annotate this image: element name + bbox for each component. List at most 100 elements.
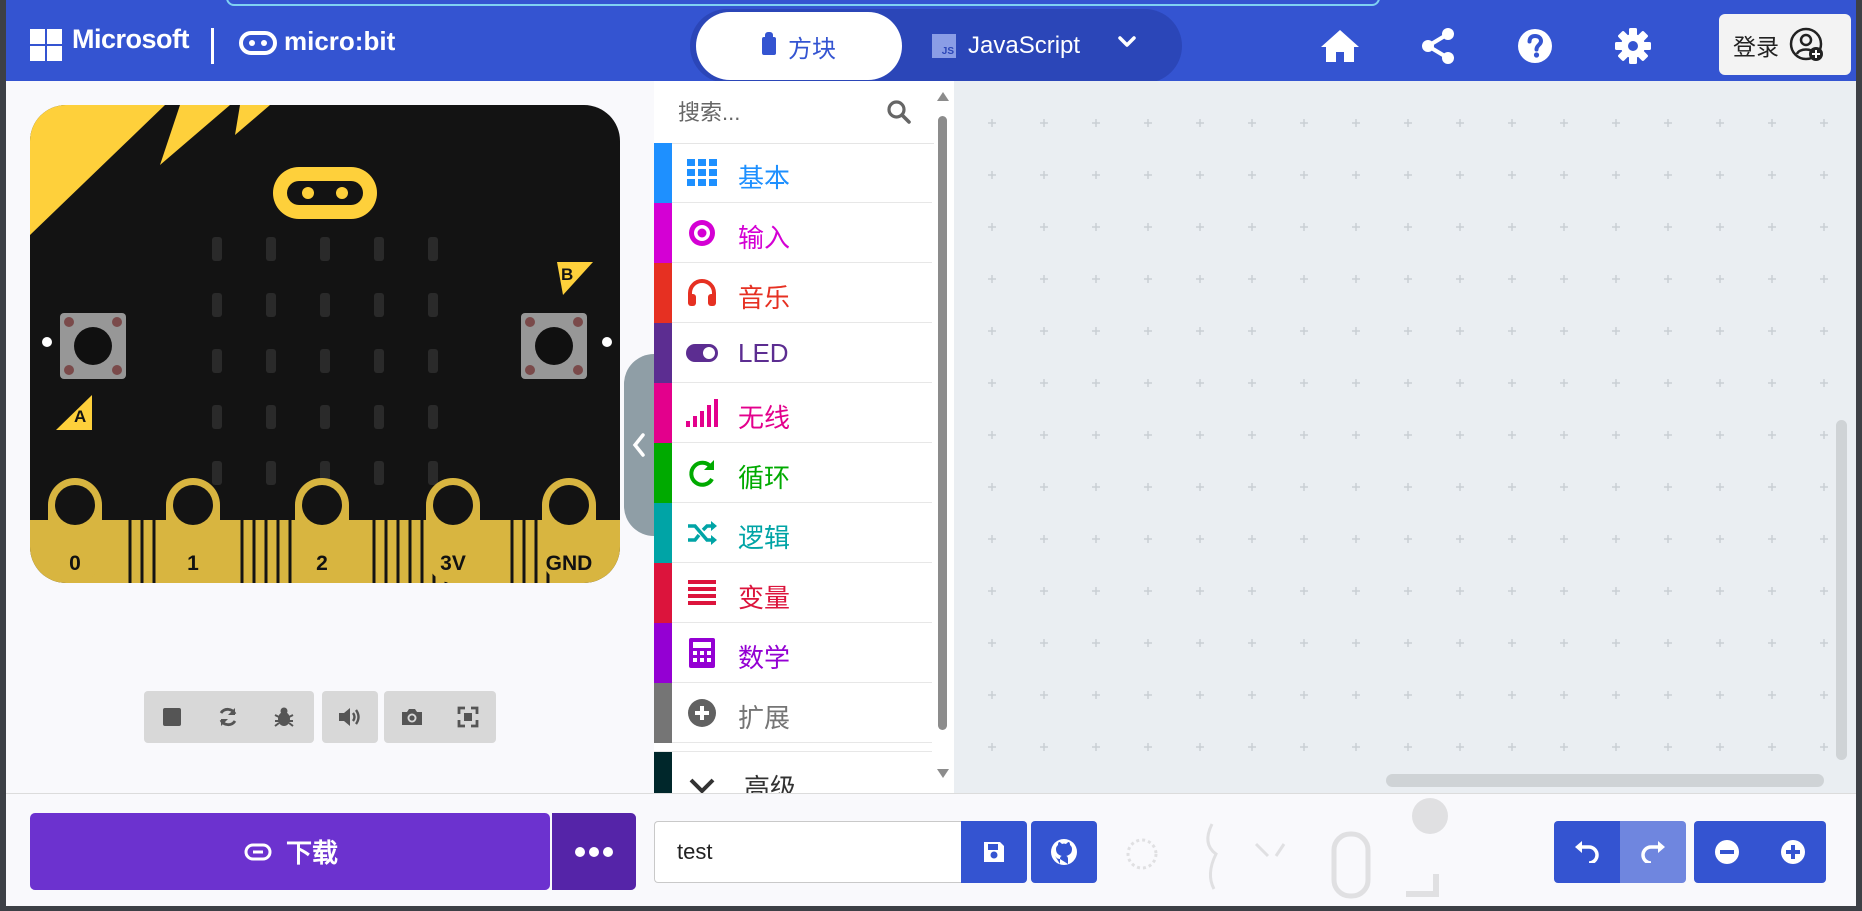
microsoft-logo-icon (30, 29, 62, 61)
zoom-in-button[interactable] (1760, 821, 1826, 883)
download-more-button[interactable] (552, 813, 636, 890)
tab-javascript-label: JavaScript (968, 32, 1081, 59)
app-frame: Microsoft micro:bit 方块 JS JavaScript 登录 … (0, 0, 1862, 911)
stop-icon[interactable] (144, 691, 200, 743)
pin-1-label: 1 (187, 552, 199, 575)
help-icon[interactable] (1513, 24, 1557, 68)
workspace-grid (954, 81, 1856, 793)
zoom-in-icon (1781, 840, 1805, 864)
pin-3v-label: 3V (440, 552, 466, 575)
category-label: 高级 (744, 773, 797, 793)
category-math[interactable]: 数学 (654, 623, 932, 683)
headphones-icon (686, 277, 718, 309)
category-logic[interactable]: 逻辑 (654, 503, 932, 563)
more-icon (575, 846, 585, 857)
header-divider (211, 28, 214, 64)
microbit-board: A B 0 1 2 3V GND (30, 105, 620, 583)
shuffle-icon (686, 517, 718, 549)
redo-icon (1641, 841, 1665, 863)
category-label: LED (738, 338, 789, 368)
login-button[interactable]: 登录 (1719, 14, 1851, 75)
share-icon[interactable] (1416, 24, 1460, 68)
target-icon (686, 217, 718, 249)
tab-blocks[interactable]: 方块 (696, 12, 902, 80)
javascript-icon: JS (932, 34, 956, 58)
category-radio[interactable]: 无线 (654, 383, 932, 443)
download-button[interactable]: 下载 (30, 813, 550, 890)
pin-0-label: 0 (69, 552, 81, 575)
debug-icon[interactable] (256, 691, 312, 743)
category-label: 逻辑 (738, 523, 791, 553)
pin-pads (48, 478, 596, 583)
github-button[interactable] (1031, 821, 1097, 883)
category-label: 无线 (738, 403, 791, 433)
download-label: 下载 (285, 838, 338, 868)
toolbox-scroll-thumb[interactable] (938, 116, 947, 730)
pin-2-label: 2 (316, 552, 328, 575)
category-label: 输入 (738, 223, 791, 253)
list-icon (686, 577, 718, 609)
category-label: 扩展 (738, 703, 791, 733)
fullscreen-icon[interactable] (440, 691, 496, 743)
sound-icon[interactable] (322, 691, 378, 743)
plus-circle-icon (686, 697, 718, 729)
user-add-icon (1789, 27, 1823, 61)
category-input[interactable]: 输入 (654, 203, 932, 263)
calculator-icon (686, 637, 718, 669)
grid-icon (686, 157, 718, 189)
category-basic[interactable]: 基本 (654, 143, 932, 203)
toolbox-search (654, 81, 934, 144)
category-extensions[interactable]: 扩展 (654, 683, 932, 743)
zoom-group (1694, 821, 1826, 883)
board-side-dot (42, 337, 52, 347)
search-input[interactable] (676, 97, 870, 129)
category-loops[interactable]: 循环 (654, 443, 932, 503)
header-bar: Microsoft micro:bit 方块 JS JavaScript 登录 (6, 0, 1856, 83)
chevron-down-icon (686, 770, 718, 793)
sim-controls-group (144, 691, 314, 743)
brand-name: Microsoft (72, 24, 190, 54)
category-led[interactable]: LED (654, 323, 932, 383)
zoom-out-button[interactable] (1694, 821, 1760, 883)
category-variables[interactable]: 变量 (654, 563, 932, 623)
signal-icon (686, 397, 718, 429)
simulator-collapse-button[interactable] (624, 354, 654, 536)
footer-bar: 下载 (6, 793, 1856, 906)
category-advanced[interactable]: 高级 (654, 751, 932, 793)
zoom-out-icon (1715, 840, 1739, 864)
board-side-dot (602, 337, 612, 347)
workspace-horizontal-scrollbar[interactable] (1386, 774, 1824, 787)
project-name-input[interactable] (654, 821, 962, 883)
category-music[interactable]: 音乐 (654, 263, 932, 323)
link-icon (244, 843, 272, 860)
product-name[interactable]: micro:bit (284, 26, 395, 57)
redo-button[interactable] (1620, 821, 1686, 883)
category-label: 循环 (738, 463, 791, 493)
screenshot-icon[interactable] (384, 691, 440, 743)
tab-blocks-label: 方块 (788, 35, 836, 63)
sound-group (322, 691, 378, 743)
workspace-vertical-scrollbar[interactable] (1836, 420, 1847, 760)
save-icon (984, 842, 1004, 862)
chevron-down-icon[interactable] (1116, 30, 1138, 52)
save-button[interactable] (961, 821, 1027, 883)
settings-icon[interactable] (1611, 24, 1655, 68)
undo-icon (1575, 841, 1599, 863)
undo-redo-group (1554, 821, 1686, 883)
toggle-icon (686, 337, 718, 369)
category-label: 基本 (738, 163, 791, 193)
toolbox: 基本 输入 音乐 LED 无线 循环 逻 (654, 81, 954, 793)
pin-gnd-label: GND (545, 552, 593, 575)
search-icon[interactable] (886, 99, 912, 125)
undo-button[interactable] (1554, 821, 1620, 883)
simulator-panel: A B 0 1 2 3V GND (6, 81, 654, 793)
home-icon[interactable] (1318, 24, 1362, 68)
restart-icon[interactable] (200, 691, 256, 743)
category-label: 音乐 (738, 283, 791, 313)
tour-highlight (226, 0, 1380, 6)
login-label: 登录 (1733, 33, 1779, 60)
refresh-icon (686, 457, 718, 489)
github-icon (1051, 839, 1077, 865)
category-label: 数学 (738, 643, 791, 673)
tab-javascript[interactable]: JS JavaScript (932, 12, 1080, 80)
